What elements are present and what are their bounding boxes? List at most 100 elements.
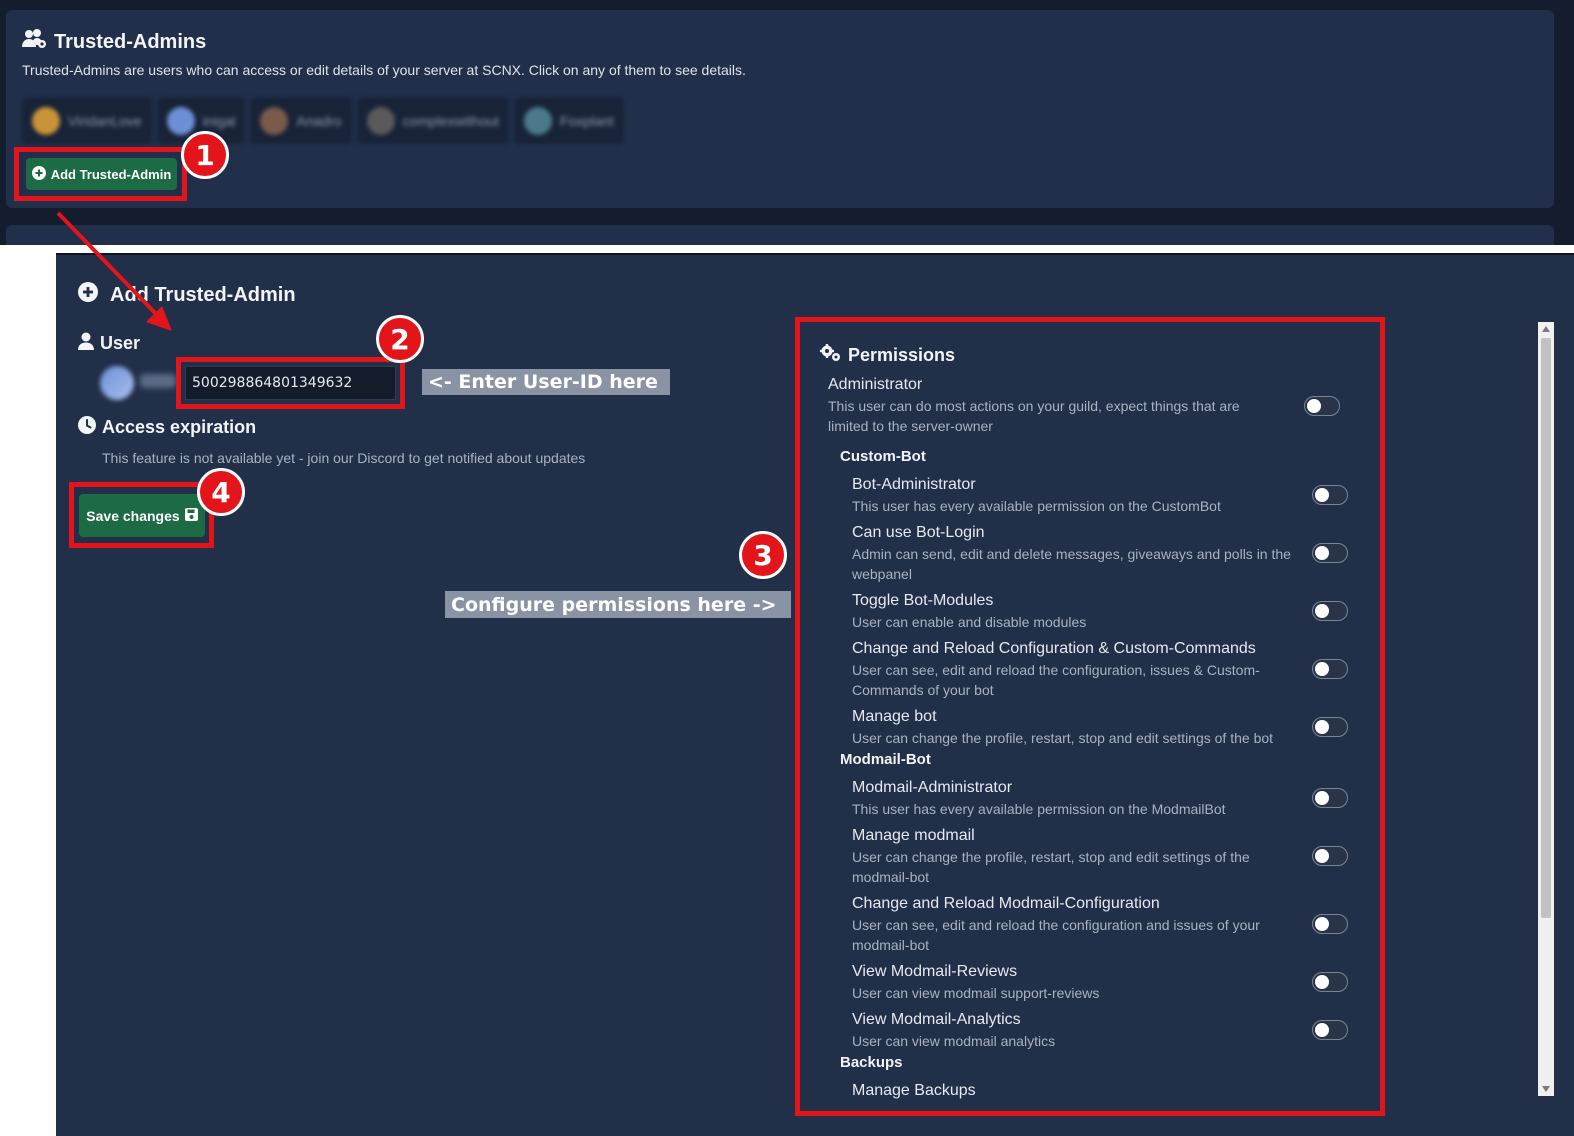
permission-manage-bot: Manage bot User can change the profile, … bbox=[852, 707, 1302, 748]
permission-modmail-analytics: View Modmail-Analytics User can view mod… bbox=[852, 1010, 1302, 1051]
reload-configuration-toggle[interactable] bbox=[1312, 659, 1348, 679]
user-id-input[interactable] bbox=[185, 366, 396, 400]
administrator-toggle[interactable] bbox=[1304, 396, 1340, 416]
enter-user-id-callout: <- Enter User-ID here bbox=[422, 369, 670, 395]
permission-description: User can see, edit and reload the config… bbox=[852, 662, 1260, 698]
save-changes-button[interactable]: Save changes bbox=[79, 494, 205, 537]
permission-name: Modmail-Administrator bbox=[852, 779, 1013, 796]
avatar bbox=[100, 366, 134, 400]
admin-chip[interactable]: Foxplant bbox=[514, 97, 624, 144]
permission-name: Manage bot bbox=[852, 708, 937, 725]
permission-manage-modmail: Manage modmail User can change the profi… bbox=[852, 826, 1302, 887]
user-label-text: User bbox=[100, 333, 141, 353]
avatar bbox=[366, 106, 395, 135]
permission-name: Can use Bot-Login bbox=[852, 524, 985, 541]
permission-name: Toggle Bot-Modules bbox=[852, 592, 994, 609]
access-expiration-text: Access expiration bbox=[102, 417, 257, 437]
permissions-heading: Permissions bbox=[820, 344, 955, 367]
permission-description: User can enable and disable modules bbox=[852, 614, 1087, 630]
permission-reload-configuration: Change and Reload Configuration & Custom… bbox=[852, 639, 1302, 700]
modmail-administrator-toggle[interactable] bbox=[1312, 788, 1348, 808]
step-badge-4: 4 bbox=[197, 468, 245, 516]
avatar bbox=[32, 106, 60, 135]
permissions-scrollbar[interactable] bbox=[1538, 322, 1554, 1096]
permission-bot-login: Can use Bot-Login Admin can send, edit a… bbox=[852, 523, 1302, 584]
permission-description: User can change the profile, restart, st… bbox=[852, 849, 1250, 885]
bot-administrator-toggle[interactable] bbox=[1312, 485, 1348, 505]
highlight-box-user-id bbox=[176, 357, 405, 409]
permission-name: Change and Reload Configuration & Custom… bbox=[852, 640, 1256, 657]
admin-name: Anadro bbox=[296, 112, 342, 129]
permission-description: User can change the profile, restart, st… bbox=[852, 730, 1274, 746]
permission-modmail-administrator: Modmail-Administrator This user has ever… bbox=[852, 778, 1302, 819]
bot-login-toggle[interactable] bbox=[1312, 543, 1348, 563]
cogs-icon bbox=[820, 344, 842, 367]
admin-name: Foxplant bbox=[560, 112, 614, 129]
toggle-modules-toggle[interactable] bbox=[1312, 601, 1348, 621]
admin-name: complexwithout bbox=[402, 112, 500, 129]
modmail-analytics-toggle[interactable] bbox=[1312, 1020, 1348, 1040]
access-expiration-note: This feature is not available yet - join… bbox=[102, 450, 586, 466]
group-backups: Backups bbox=[840, 1054, 903, 1071]
permission-modmail-reviews: View Modmail-Reviews User can view modma… bbox=[852, 962, 1302, 1003]
permission-description: User can view modmail support-reviews bbox=[852, 985, 1100, 1001]
modmail-configuration-toggle[interactable] bbox=[1312, 914, 1348, 934]
permission-name: Manage Backups bbox=[852, 1082, 976, 1099]
trusted-admins-section: Trusted-Admins Trusted-Admins are users … bbox=[0, 0, 1574, 245]
scroll-up-icon[interactable] bbox=[1542, 326, 1550, 332]
permission-name: View Modmail-Reviews bbox=[852, 963, 1018, 980]
admin-chip[interactable]: Anadro bbox=[250, 97, 352, 144]
modal-title-text: Add Trusted-Admin bbox=[110, 283, 296, 306]
scroll-thumb[interactable] bbox=[1541, 338, 1551, 918]
permissions-panel: Permissions Administrator This user can … bbox=[795, 317, 1385, 1116]
trusted-admins-description: Trusted-Admins are users who can access … bbox=[22, 62, 746, 78]
highlight-box-save: Save changes bbox=[69, 482, 214, 548]
permission-description: This user has every available permission… bbox=[852, 498, 1221, 514]
clock-icon bbox=[78, 416, 96, 439]
admin-chip[interactable]: complexwithout bbox=[356, 97, 510, 144]
permission-modmail-configuration: Change and Reload Modmail-Configuration … bbox=[852, 894, 1302, 955]
manage-bot-toggle[interactable] bbox=[1312, 717, 1348, 737]
modmail-reviews-toggle[interactable] bbox=[1312, 972, 1348, 992]
access-expiration-label: Access expiration bbox=[78, 416, 256, 439]
plus-circle-icon bbox=[78, 282, 98, 308]
permission-description: User can see, edit and reload the config… bbox=[852, 917, 1260, 953]
admin-name: inigal bbox=[202, 112, 236, 129]
permission-description: User can view modmail analytics bbox=[852, 1033, 1056, 1049]
permission-name: Administrator bbox=[828, 376, 923, 393]
user-name-blurred bbox=[140, 374, 176, 388]
trusted-admins-title: Trusted-Admins bbox=[22, 28, 206, 56]
add-button-label: Add Trusted-Admin bbox=[50, 166, 172, 182]
highlight-box-add: Add Trusted-Admin bbox=[14, 147, 187, 201]
plus-circle-icon bbox=[31, 165, 46, 183]
avatar bbox=[524, 106, 553, 135]
permission-administrator: Administrator This user can do most acti… bbox=[828, 375, 1268, 436]
next-card-edge bbox=[6, 225, 1554, 245]
scroll-down-icon[interactable] bbox=[1542, 1086, 1550, 1092]
group-custom-bot: Custom-Bot bbox=[840, 448, 926, 465]
permissions-heading-text: Permissions bbox=[848, 345, 956, 365]
modal-title: Add Trusted-Admin bbox=[78, 282, 296, 308]
permission-toggle-modules: Toggle Bot-Modules User can enable and d… bbox=[852, 591, 1302, 632]
permission-description: This user has every available permission… bbox=[852, 801, 1226, 817]
avatar bbox=[166, 106, 195, 135]
manage-modmail-toggle[interactable] bbox=[1312, 846, 1348, 866]
step-badge-3: 3 bbox=[739, 531, 787, 579]
user-label: User bbox=[78, 332, 140, 355]
admin-chip[interactable]: ViridanLove bbox=[22, 97, 152, 144]
add-trusted-admin-button[interactable]: Add Trusted-Admin bbox=[26, 158, 177, 190]
users-cog-icon bbox=[22, 28, 48, 56]
permission-manage-backups: Manage Backups bbox=[852, 1081, 1302, 1101]
section-title-text: Trusted-Admins bbox=[54, 30, 207, 53]
save-button-label: Save changes bbox=[86, 507, 180, 524]
permission-name: Change and Reload Modmail-Configuration bbox=[852, 895, 1160, 912]
permission-bot-administrator: Bot-Administrator This user has every av… bbox=[852, 475, 1302, 516]
step-badge-1: 1 bbox=[181, 131, 229, 179]
admin-name: ViridanLove bbox=[68, 112, 142, 129]
permission-name: Manage modmail bbox=[852, 827, 975, 844]
configure-permissions-callout: Configure permissions here -> bbox=[445, 591, 791, 618]
group-modmail-bot: Modmail-Bot bbox=[840, 751, 931, 768]
permission-description: Admin can send, edit and delete messages… bbox=[852, 546, 1291, 582]
user-icon bbox=[78, 332, 94, 355]
step-badge-2: 2 bbox=[376, 315, 424, 363]
